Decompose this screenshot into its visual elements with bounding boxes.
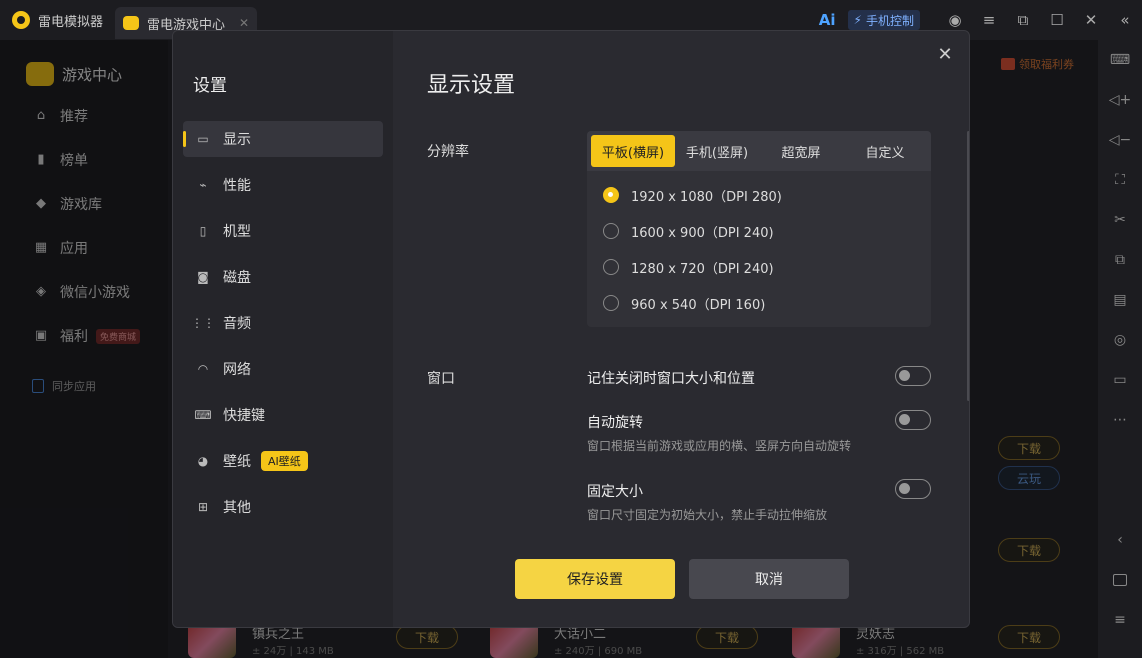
nav-label: 磁盘 [223, 270, 251, 286]
keyboard-icon: ⌨ [194, 408, 212, 422]
nav-label: 机型 [223, 224, 251, 240]
volume-down-icon[interactable]: ◁− [1098, 120, 1142, 160]
app-tab[interactable]: 雷电模拟器 [0, 0, 115, 40]
radio-button[interactable] [603, 295, 619, 311]
multi-instance-icon[interactable]: ⧉ [1098, 240, 1142, 280]
resolution-option-label: 1920 x 1080（DPI 280) [631, 189, 782, 205]
resolution-option-label: 960 x 540（DPI 160) [631, 297, 766, 313]
auto-rotate-toggle[interactable] [895, 410, 931, 430]
nav-label: 性能 [223, 178, 251, 194]
folder-icon[interactable]: ▭ [1098, 360, 1142, 400]
wifi-icon: ◠ [197, 362, 209, 376]
resolution-tabs: 平板(横屏) 手机(竖屏) 超宽屏 自定义 [587, 131, 931, 171]
ai-icon[interactable]: Ai [819, 11, 836, 29]
tab-custom[interactable]: 自定义 [843, 135, 927, 167]
menu-icon[interactable]: ≡ [972, 11, 1006, 29]
user-icon[interactable]: ◉ [938, 11, 972, 29]
resolution-panel: 平板(横屏) 手机(竖屏) 超宽屏 自定义 1920 x 1080（DPI 28… [587, 131, 931, 327]
save-button[interactable]: 保存设置 [515, 559, 675, 599]
window-label: 窗口 [427, 371, 455, 387]
nav-item-audio[interactable]: ⋮⋮ 音频 [183, 305, 383, 341]
collapse-icon[interactable]: « [1108, 11, 1142, 29]
nav-item-network[interactable]: ◠ 网络 [183, 351, 383, 387]
scissors-icon[interactable]: ✂ [1098, 200, 1142, 240]
restore-window-icon[interactable]: ⧉ [1006, 11, 1040, 29]
gamepad-icon [123, 16, 140, 30]
monitor-icon: ▭ [197, 132, 209, 146]
ai-wallpaper-badge: AI壁纸 [261, 451, 308, 471]
keyboard-icon[interactable]: ⌨ [1098, 40, 1142, 80]
dialog-title: 显示设置 [427, 73, 516, 98]
auto-rotate-label: 自动旋转 [587, 415, 643, 431]
volume-up-icon[interactable]: ◁+ [1098, 80, 1142, 120]
close-window-icon[interactable]: ✕ [1074, 11, 1108, 29]
nav-item-shortcuts[interactable]: ⌨ 快捷键 [183, 397, 383, 433]
fixed-size-desc: 窗口尺寸固定为初始大小，禁止手动拉伸缩放 [587, 508, 828, 522]
back-icon[interactable]: ‹ [1098, 520, 1142, 560]
phone-control-label: 手机控制 [865, 13, 914, 28]
home-button-icon[interactable] [1098, 560, 1142, 600]
app-name: 雷电模拟器 [38, 14, 104, 30]
nav-label: 显示 [223, 132, 251, 148]
settings-nav: 设置 ▭ 显示 ⌁ 性能 ▯ 机型 ◙ 磁盘 ⋮⋮ 音频 ◠ 网络 ⌨ 快捷键 [173, 31, 393, 627]
radio-button-selected[interactable] [603, 187, 619, 203]
remember-window-toggle[interactable] [895, 366, 931, 386]
nav-label: 网络 [223, 362, 251, 378]
nav-label: 音频 [223, 316, 251, 332]
resolution-option[interactable]: 1920 x 1080（DPI 280) [587, 177, 931, 213]
settings-title: 设置 [193, 76, 227, 96]
screenshot-icon[interactable]: ⛶ [1098, 160, 1142, 200]
tab-phone-portrait[interactable]: 手机(竖屏) [675, 135, 759, 167]
tab-tablet-landscape[interactable]: 平板(横屏) [591, 135, 675, 167]
radio-button[interactable] [603, 223, 619, 239]
fixed-size-label: 固定大小 [587, 484, 643, 500]
cancel-button[interactable]: 取消 [689, 559, 849, 599]
resolution-option-label: 1280 x 720（DPI 240) [631, 261, 774, 277]
nav-item-disk[interactable]: ◙ 磁盘 [183, 259, 383, 295]
nav-item-display[interactable]: ▭ 显示 [183, 121, 383, 157]
nav-item-other[interactable]: ⊞ 其他 [183, 489, 383, 525]
audio-icon: ⋮⋮ [191, 316, 215, 330]
scrollbar[interactable] [967, 131, 969, 401]
tab-ultrawide[interactable]: 超宽屏 [759, 135, 843, 167]
disk-icon: ◙ [197, 270, 209, 284]
nav-label: 其他 [223, 500, 251, 516]
fixed-size-toggle[interactable] [895, 479, 931, 499]
resolution-option[interactable]: 960 x 540（DPI 160) [587, 285, 931, 321]
resolution-option[interactable]: 1600 x 900（DPI 240) [587, 213, 931, 249]
more-icon[interactable]: ⋯ [1098, 400, 1142, 440]
right-toolbar: ⌨ ◁+ ◁− ⛶ ✂ ⧉ ▤ ◎ ▭ ⋯ ‹ ≡ [1098, 40, 1142, 658]
record-icon[interactable]: ▤ [1098, 280, 1142, 320]
resolution-label: 分辨率 [427, 144, 469, 160]
bolt-icon: ⚡ [853, 13, 862, 27]
resolution-option-label: 1600 x 900（DPI 240) [631, 225, 774, 241]
tab-close-icon[interactable]: ✕ [239, 16, 249, 30]
performance-icon: ⌁ [199, 178, 207, 192]
grid-icon: ⊞ [197, 500, 209, 514]
location-icon[interactable]: ◎ [1098, 320, 1142, 360]
nav-item-wallpaper[interactable]: ◕ 壁纸 AI壁纸 [183, 443, 383, 479]
recent-apps-icon[interactable]: ≡ [1098, 600, 1142, 640]
dialog-close-icon[interactable]: ✕ [935, 45, 955, 65]
palette-icon: ◕ [197, 454, 209, 468]
nav-label: 快捷键 [223, 408, 265, 424]
nav-item-performance[interactable]: ⌁ 性能 [183, 167, 383, 203]
ldplayer-logo-icon [12, 11, 30, 29]
remember-window-label: 记住关闭时窗口大小和位置 [587, 371, 755, 387]
auto-rotate-desc: 窗口根据当前游戏或应用的横、竖屏方向自动旋转 [587, 439, 852, 453]
resolution-option[interactable]: 1280 x 720（DPI 240) [587, 249, 931, 285]
phone-control-button[interactable]: ⚡ 手机控制 [847, 10, 920, 30]
maximize-icon[interactable]: ☐ [1040, 11, 1074, 29]
nav-label: 壁纸 [223, 454, 251, 470]
nav-item-model[interactable]: ▯ 机型 [183, 213, 383, 249]
settings-dialog: 设置 ▭ 显示 ⌁ 性能 ▯ 机型 ◙ 磁盘 ⋮⋮ 音频 ◠ 网络 ⌨ 快捷键 [172, 30, 970, 628]
radio-button[interactable] [603, 259, 619, 275]
phone-icon: ▯ [199, 224, 207, 238]
